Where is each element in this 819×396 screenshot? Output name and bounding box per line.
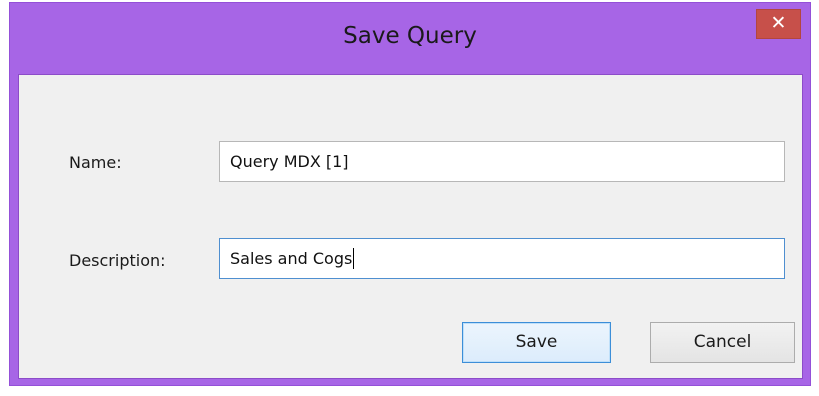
save-button[interactable]: Save (462, 322, 611, 363)
save-query-dialog: Save Query ✕ Name: Query MDX [1] Descrip… (9, 2, 811, 386)
title-bar[interactable]: Save Query ✕ (10, 3, 810, 75)
name-input[interactable]: Query MDX [1] (219, 141, 785, 182)
dialog-body: Name: Query MDX [1] Description: Sales a… (18, 74, 803, 379)
name-input-value: Query MDX [1] (230, 152, 349, 171)
close-button[interactable]: ✕ (756, 9, 801, 39)
dialog-title: Save Query (343, 23, 477, 49)
cancel-button[interactable]: Cancel (650, 322, 795, 363)
description-input-value: Sales and Cogs (230, 249, 353, 268)
text-caret (353, 247, 355, 269)
description-input[interactable]: Sales and Cogs (219, 238, 785, 279)
description-label: Description: (69, 251, 166, 270)
close-icon: ✕ (770, 12, 787, 34)
name-label: Name: (69, 153, 122, 172)
